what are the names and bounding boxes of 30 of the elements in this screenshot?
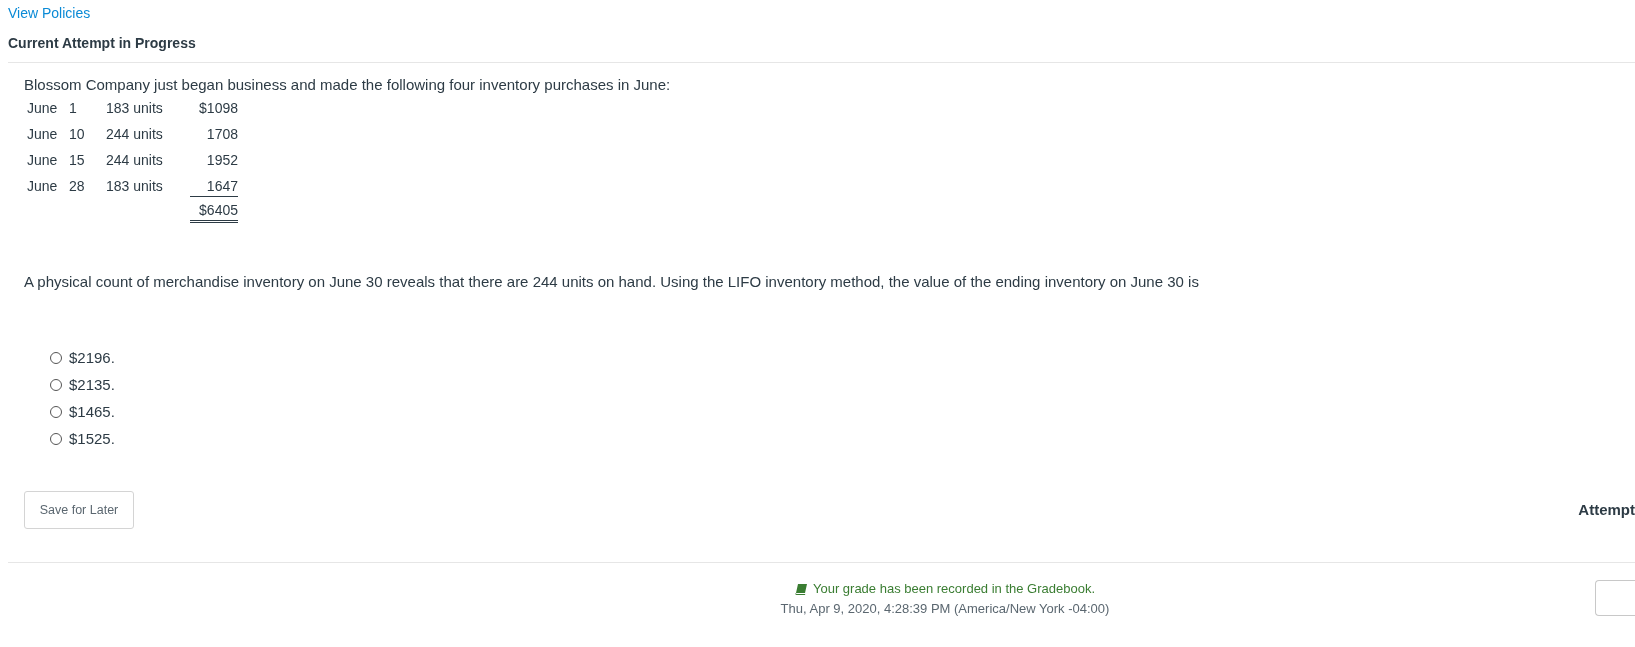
purchase-month: June xyxy=(27,99,58,118)
purchase-units: 244 units xyxy=(106,125,163,144)
question-intro: Blossom Company just began business and made the following four inventory purchases in June: xyxy=(24,75,671,95)
purchase-units: 183 units xyxy=(106,177,163,196)
answer-option[interactable]: $2135. xyxy=(50,371,115,398)
question-prompt: A physical count of merchandise inventory on June 30 reveals that there are 244 units on hand. Using the LIFO inventory method, the value of the ending inventory on June 30 is xyxy=(24,272,1199,292)
purchase-day: 1 xyxy=(69,98,77,118)
purchase-amount: 1952 xyxy=(205,151,238,170)
purchase-amount: $1098 xyxy=(198,99,238,118)
purchase-month: June xyxy=(27,177,58,196)
section-heading: Current Attempt in Progress xyxy=(8,35,196,51)
purchase-amount: 1708 xyxy=(205,125,238,144)
purchase-total: $6405 xyxy=(190,201,238,223)
timestamp: Thu, Apr 9, 2020, 4:28:39 PM (America/New York -04:00) xyxy=(780,600,1110,618)
grade-recorded-notice: Your grade has been recorded in the Gradebook. xyxy=(812,580,1096,598)
answer-option[interactable]: $2196. xyxy=(50,344,115,371)
attempts-label: Attempt xyxy=(1578,500,1635,520)
purchase-units: 244 units xyxy=(106,151,163,170)
purchase-day: 15 xyxy=(69,150,85,170)
answer-option[interactable]: $1465. xyxy=(50,398,115,425)
purchase-month: June xyxy=(27,125,58,144)
book-icon xyxy=(794,583,807,595)
purchase-day: 28 xyxy=(69,176,85,196)
answer-option[interactable]: $1525. xyxy=(50,425,115,452)
save-for-later-button[interactable]: Save for Later xyxy=(24,491,134,529)
purchase-day: 10 xyxy=(69,124,85,144)
purchase-amount: 1647 xyxy=(190,175,238,197)
purchase-month: June xyxy=(27,151,58,170)
purchase-units: 183 units xyxy=(106,99,163,118)
view-policies-link[interactable]: View Policies xyxy=(8,5,91,21)
